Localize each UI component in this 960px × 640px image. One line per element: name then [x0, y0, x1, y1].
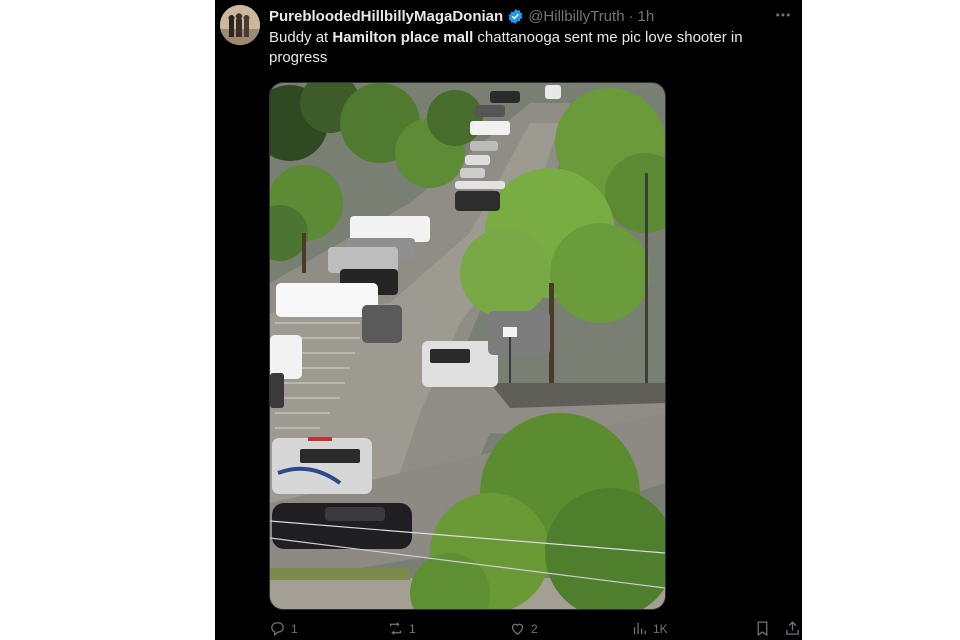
bookmark-icon [757, 621, 768, 637]
reply-icon [271, 622, 284, 637]
timestamp[interactable]: 1h [638, 8, 655, 25]
like-button[interactable]: 2 [509, 620, 538, 637]
bookmark-button[interactable] [754, 620, 771, 637]
avatar-image [220, 5, 260, 45]
tweet[interactable]: PurebloodedHillbillyMagaDonian @Hillbill… [215, 0, 802, 640]
reply-count: 1 [291, 621, 298, 636]
tweet-actions: 1 1 2 1K [269, 620, 802, 640]
views-count: 1K [653, 621, 668, 636]
retweet-count: 1 [409, 621, 416, 636]
separator-dot: · [628, 7, 634, 25]
more-dots-icon[interactable] [774, 6, 792, 29]
share-button[interactable] [784, 620, 801, 637]
parking-lot-photo [270, 83, 665, 609]
tweet-header: PurebloodedHillbillyMagaDonian @Hillbill… [269, 6, 792, 26]
share-icon [786, 621, 799, 635]
tweet-photo[interactable] [269, 82, 666, 610]
views-button[interactable]: 1K [631, 620, 668, 637]
retweet-button[interactable]: 1 [387, 620, 416, 637]
author-handle[interactable]: @HillbillyTruth [528, 8, 624, 25]
avatar[interactable] [220, 5, 260, 45]
reply-button[interactable]: 1 [269, 620, 298, 637]
heart-icon [511, 623, 524, 635]
tweet-text-bold: Hamilton place mall [332, 29, 474, 46]
verified-badge-icon [507, 8, 524, 25]
like-count: 2 [531, 621, 538, 636]
tweet-text: Buddy at Hamilton place mall chattanooga… [269, 28, 789, 68]
analytics-icon [633, 622, 646, 635]
retweet-icon [389, 622, 402, 635]
tweet-text-start: Buddy at [269, 29, 333, 46]
author-name[interactable]: PurebloodedHillbillyMagaDonian [269, 8, 503, 25]
